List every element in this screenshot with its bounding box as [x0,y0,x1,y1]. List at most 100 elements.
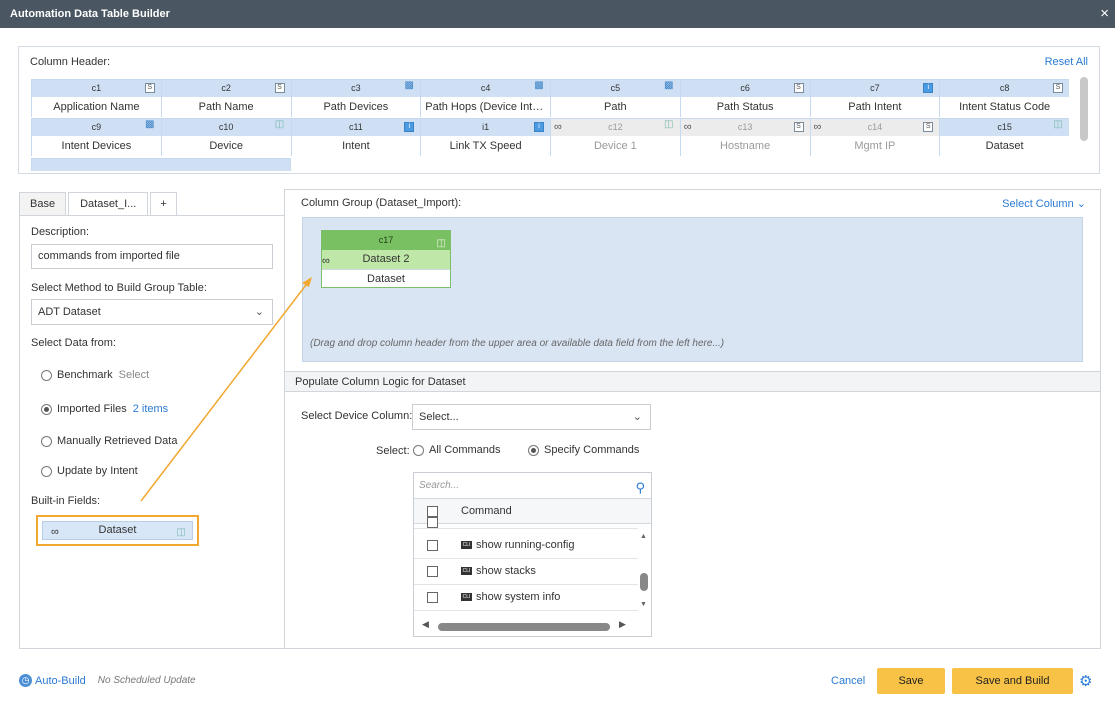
column-header-c1[interactable]: c1 S Application Name [31,79,162,117]
column-header-c4[interactable]: c4 ▩ Path Hops (Device Inter... [420,79,551,117]
column-group-dropzone[interactable]: c17 ◫ ∞ Dataset 2 Dataset (Drag and drop… [302,217,1083,362]
integer-type-icon: i [534,122,544,132]
column-header-c13[interactable]: c13 S ∞ Hostname [679,118,811,156]
column-header-c2[interactable]: c2 S Path Name [160,79,292,117]
table-row[interactable]: CLI show running-config [414,533,638,559]
search-icon[interactable]: ⚲ [635,475,645,500]
builtin-field-dataset[interactable]: ∞ Dataset ◫ [42,521,193,540]
column-header-c14[interactable]: c14 S ∞ Mgmt IP [809,118,941,156]
row-checkbox[interactable] [427,592,438,603]
row-checkbox[interactable] [427,540,438,551]
builtin-field-label: Dataset [98,524,137,536]
column-id: c3 [291,80,421,97]
command-search-input[interactable]: Search... ⚲ [414,473,651,499]
tab-dataset-import[interactable]: Dataset_I... [68,192,149,217]
radio-all-commands[interactable]: All Commands [413,444,501,456]
command-table-header: Command [414,499,651,524]
column-header-c10[interactable]: c10 ◫ Device [160,118,292,156]
populate-logic-header: Populate Column Logic for Dataset [285,371,1100,392]
select-column-dropdown[interactable]: Select Column ⌄ [1002,197,1086,210]
radio-manually-retrieved[interactable]: Manually Retrieved Data [41,435,177,447]
column-header-c15[interactable]: c15 ◫ Dataset [939,118,1069,156]
column-header-c7[interactable]: c7 i Path Intent [809,79,941,117]
column-header-c11[interactable]: c11 i Intent [290,118,422,156]
method-select[interactable]: ADT Dataset ⌄ [31,299,273,325]
column-id: c1 [32,80,161,97]
database-icon: ◫ [664,119,674,130]
builtin-field-highlight: ∞ Dataset ◫ [36,515,199,546]
scrollbar-thumb[interactable] [438,623,610,631]
command-table-hscrollbar[interactable]: ◀ ▶ [414,616,651,636]
column-id: c15 [940,119,1069,136]
string-type-icon: S [923,122,934,132]
imported-files-items-link[interactable]: 2 items [133,403,168,415]
column-header-c9[interactable]: c9 ▩ Intent Devices [31,118,162,156]
row-checkbox[interactable] [427,566,438,577]
right-panel: Column Group (Dataset_Import): Select Co… [284,189,1101,649]
column-id: c6 [680,80,810,97]
radio-imported-files[interactable]: Imported Files 2 items [41,403,168,415]
column-header-c8[interactable]: c8 S Intent Status Code [939,79,1069,117]
auto-build-area: ◷ Auto-Build No Scheduled Update [19,674,196,687]
column-header-c6[interactable]: c6 S Path Status [679,79,811,117]
command-text: show stacks [476,565,536,577]
column-name: Path Devices [291,97,421,117]
column-header-c5[interactable]: c5 ▩ Path [550,79,681,117]
scrollbar-thumb[interactable] [640,573,648,591]
close-icon[interactable]: × [1100,5,1109,22]
tab-add[interactable]: + [150,192,177,216]
column-id: c8 [940,80,1069,97]
table-row[interactable]: CLI show stacks [414,559,638,585]
column-name: Link TX Speed [421,136,550,156]
method-select-value: ADT Dataset [38,306,101,318]
radio-benchmark-label: Benchmark [57,369,113,381]
auto-build-link[interactable]: Auto-Build [35,675,86,687]
column-name: Mgmt IP [810,136,940,156]
radio-benchmark[interactable]: Benchmark Select [41,369,149,381]
column-header-i1[interactable]: i1 i Link TX Speed [420,118,551,156]
cancel-button[interactable]: Cancel [831,675,865,687]
description-field[interactable]: commands from imported file [31,244,273,269]
scroll-down-icon[interactable]: ▼ [640,601,647,608]
table-type-icon: ▩ [664,80,674,91]
table-row[interactable]: CLI show system info [414,585,638,611]
database-icon: ◫ [176,527,186,538]
row-checkbox[interactable] [427,517,438,528]
cli-icon: CLI [461,593,472,601]
column-id: c10 [161,119,291,136]
radio-all-commands-label: All Commands [429,444,501,456]
column-header-c12[interactable]: c12 ◫ ∞ Device 1 [550,118,681,156]
command-table-vscrollbar[interactable]: ▲ ▼ [640,533,648,613]
link-icon: ∞ [813,121,822,133]
save-and-build-button[interactable]: Save and Build [952,668,1073,694]
column-name: Device [161,136,291,156]
select-all-checkbox[interactable] [427,506,438,517]
column-name: Intent Devices [32,136,161,156]
save-button[interactable]: Save [877,668,945,694]
tab-base[interactable]: Base [19,192,67,216]
table-type-icon: ▩ [145,119,155,130]
reset-all-link[interactable]: Reset All [1045,56,1088,68]
device-column-select[interactable]: Select... ⌄ [412,404,651,430]
benchmark-select-link[interactable]: Select [119,369,150,381]
radio-icon [41,369,52,381]
scroll-left-icon[interactable]: ◀ [422,619,429,630]
string-type-icon: S [144,83,155,93]
description-label: Description: [31,226,90,238]
gear-icon[interactable]: ⚙ [1079,672,1092,690]
group-tabs: Base Dataset_I... + [19,192,179,217]
column-name: Application Name [32,97,161,117]
scroll-up-icon[interactable]: ▲ [640,533,647,540]
column-header-c3[interactable]: c3 ▩ Path Devices [290,79,422,117]
command-text: show system info [476,591,561,603]
column-name: Intent [291,136,421,156]
radio-specify-commands[interactable]: Specify Commands [528,444,639,456]
column-header-grid: c1 S Application Name c2 S Path Name c3 ▩ Path D… [31,79,1069,171]
chevron-down-icon: ⌄ [632,411,642,423]
scroll-right-icon[interactable]: ▶ [619,619,626,630]
column-id: i1 [421,119,550,136]
clock-icon: ◷ [19,674,32,687]
column-card-c17[interactable]: c17 ◫ ∞ Dataset 2 Dataset [321,230,451,288]
radio-update-by-intent[interactable]: Update by Intent [41,465,138,477]
column-header-scrollbar[interactable] [1080,77,1088,141]
